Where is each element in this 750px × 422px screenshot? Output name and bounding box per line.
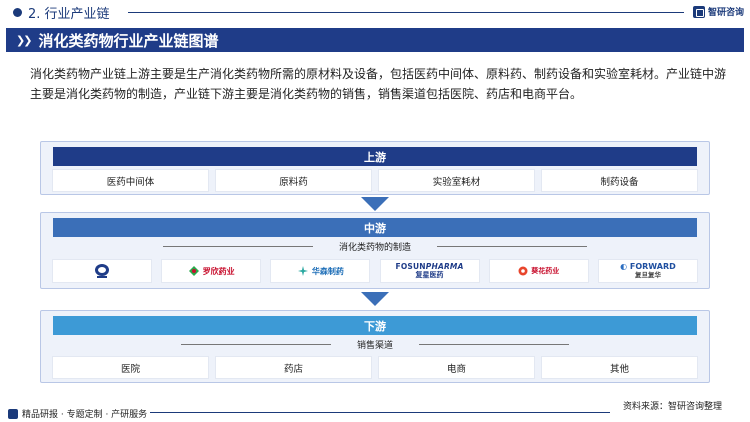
downstream-item: 药店 (216, 357, 371, 378)
company-logos: 罗欣药业 华森制药 FOSUNPHARMA 复星医药 葵花药业 ◐ FORWAR… (53, 260, 697, 282)
footer-divider (150, 412, 610, 413)
midstream-panel: 中游 消化类药物的制造 罗欣药业 华森制药 FOSUNPHARMA 复星医药 葵… (40, 212, 710, 289)
downstream-item: 电商 (379, 357, 534, 378)
divider-line (162, 245, 313, 247)
footer-tagline-text: 精品研报 · 专题定制 · 产研服务 (22, 410, 148, 420)
header-divider (128, 12, 684, 13)
downstream-item: 其他 (542, 357, 697, 378)
downstream-band: 下游 (53, 316, 697, 335)
midstream-subtitle: 消化类药物的制造 (338, 242, 411, 253)
section-title: 2. 行业产业链 (28, 6, 110, 22)
upstream-item: 医药中间体 (53, 170, 208, 191)
downstream-panel: 下游 销售渠道 医院 药店 电商 其他 (40, 310, 710, 383)
upstream-item: 原料药 (216, 170, 371, 191)
footer: 精品研报 · 专题定制 · 产研服务 资料来源：智研咨询整理 (0, 402, 750, 422)
upstream-item: 制药设备 (542, 170, 697, 191)
bullet-icon (13, 7, 22, 17)
description-text: 消化类药物产业链上游主要是生产消化类药物所需的原材料及设备，包括医药中间体、原料… (30, 67, 727, 101)
huasen-icon (297, 266, 308, 276)
double-chevron-icon: ❯❯ (16, 34, 33, 47)
company-logo-sunflower: 葵花药业 (489, 260, 588, 282)
luoxin-icon (188, 266, 199, 276)
divider-line (419, 343, 569, 345)
company-logo-fosun: FOSUNPHARMA 复星医药 (380, 260, 479, 282)
top-bar: 2. 行业产业链 智研咨询 (0, 0, 750, 24)
upstream-panel: 上游 医药中间体 原料药 实验室耗材 制药设备 (40, 141, 710, 195)
page-title: 消化类药物行业产业链图谱 (38, 31, 219, 50)
midstream-subtitle-row: 消化类药物的制造 (53, 239, 697, 253)
brand-logo: 智研咨询 (692, 5, 744, 18)
downstream-item: 医院 (53, 357, 208, 378)
source-note: 资料来源：智研咨询整理 (622, 402, 722, 412)
divider-line (180, 343, 331, 345)
title-bar: ❯❯ 消化类药物行业产业链图谱 (6, 28, 744, 52)
company-name: 华森制药 (311, 266, 344, 276)
downstream-subtitle: 销售渠道 (356, 340, 393, 351)
downstream-items: 医院 药店 电商 其他 (53, 357, 697, 378)
upstream-band: 上游 (53, 147, 697, 166)
company-name: 罗欣药业 (202, 266, 235, 276)
upstream-items: 医药中间体 原料药 实验室耗材 制药设备 (53, 170, 697, 191)
midstream-band: 中游 (53, 218, 697, 237)
upstream-item: 实验室耗材 (379, 170, 534, 191)
sunflower-icon (518, 266, 528, 276)
company-logo-circle (53, 260, 151, 282)
company-logo-circle-icon (95, 264, 109, 278)
footer-tagline: 精品研报 · 专题定制 · 产研服务 (8, 407, 147, 420)
brand-logo-text: 智研咨询 (707, 8, 744, 18)
company-name: 葵花药业 (531, 267, 560, 275)
downstream-subtitle-row: 销售渠道 (53, 337, 697, 351)
divider-line (437, 245, 587, 247)
down-arrow-icon (361, 197, 389, 211)
company-logo-huasen: 华森制药 (271, 260, 370, 282)
brand-logo-icon (692, 5, 705, 18)
company-logo-luoxin: 罗欣药业 (162, 260, 261, 282)
company-logo-forward: ◐ FORWARD 复旦复华 (598, 260, 697, 282)
down-arrow-icon (361, 292, 389, 306)
footer-logo-icon (8, 408, 18, 419)
